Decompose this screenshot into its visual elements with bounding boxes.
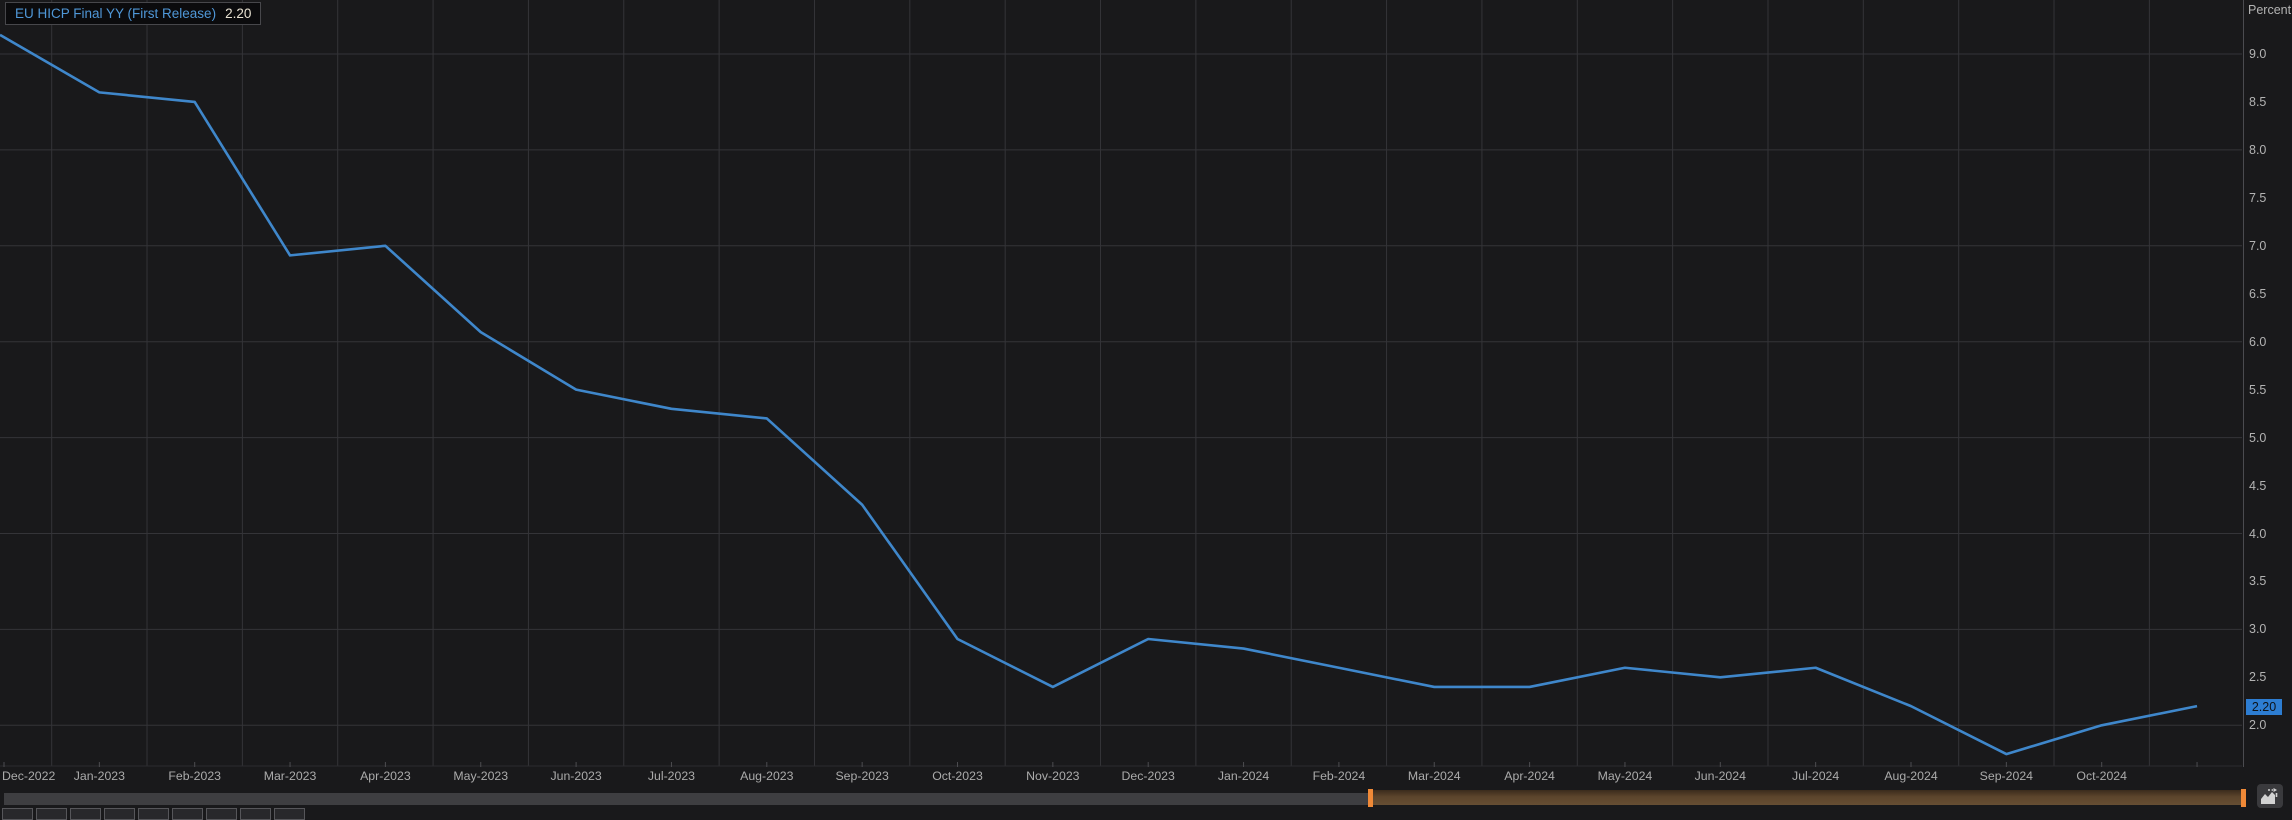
expand-timeline-button[interactable] [2257,784,2283,808]
x-axis-tick-label: Jul-2023 [648,769,695,783]
y-axis-tick-label: 6.5 [2249,286,2266,302]
x-axis-tick-label: Jan-2024 [1218,769,1269,783]
bottom-toolbar-strip [0,808,2292,814]
hicp-chart-window: { "legend": { "name": "EU HICP Final YY … [0,0,2292,814]
x-axis-tick-label: Dec-2022 [2,769,55,783]
bottom-strip-cell[interactable] [138,808,169,820]
bottom-strip-cell[interactable] [36,808,67,820]
x-axis-tick-label: Feb-2023 [168,769,221,783]
scrollbar-left-handle[interactable] [1368,789,1373,807]
x-axis-tick-label: Jun-2024 [1695,769,1746,783]
current-value-badge: 2.20 [2246,699,2282,715]
bottom-strip-cell[interactable] [2,808,33,820]
y-axis-title: Percent [2248,3,2291,17]
x-axis-tick-label: Nov-2023 [1026,769,1079,783]
chart-timeline-expand-icon [2261,788,2279,804]
x-axis-tick-label: Jun-2023 [550,769,601,783]
y-axis-tick-label: 4.5 [2249,478,2266,494]
x-axis-tick-label: Oct-2024 [2076,769,2127,783]
x-axis-tick-label: Feb-2024 [1313,769,1366,783]
x-axis-tick-label: Sep-2024 [1980,769,2033,783]
bottom-strip-cell[interactable] [240,808,271,820]
x-axis-tick-label: May-2024 [1598,769,1653,783]
bottom-strip-cell[interactable] [206,808,237,820]
y-axis-tick-label: 2.0 [2249,717,2266,733]
x-axis-tick-label: Apr-2023 [360,769,411,783]
bottom-strip-cell[interactable] [172,808,203,820]
x-axis-tick-label: Oct-2023 [932,769,983,783]
scrollbar-track[interactable] [4,793,1368,805]
hicp-series-line [0,35,2197,754]
x-axis-tick-label: Dec-2023 [1122,769,1175,783]
y-axis-tick-label: 9.0 [2249,46,2266,62]
y-axis-tick-label: 8.5 [2249,94,2266,110]
bottom-strip-cell[interactable] [104,808,135,820]
x-axis-tick-label: Jul-2024 [1792,769,1839,783]
x-axis-tick-label: Mar-2023 [264,769,317,783]
scrollbar-range-fill[interactable] [1373,790,2241,805]
scrollbar-right-handle[interactable] [2241,789,2246,807]
y-axis-tick-label: 3.0 [2249,621,2266,637]
y-axis-tick-label: 5.0 [2249,430,2266,446]
series-legend[interactable]: EU HICP Final YY (First Release) 2.20 [5,2,261,25]
timeline-scrollbar[interactable] [0,786,2292,808]
plot-area[interactable]: EU HICP Final YY (First Release) 2.20 [0,0,2242,767]
y-axis-tick-label: 2.5 [2249,669,2266,685]
y-axis-tick-label: 3.5 [2249,573,2266,589]
y-axis-tick-label: 4.0 [2249,526,2266,542]
line-chart-canvas[interactable] [0,0,2242,767]
y-axis: Percent 9.0 8.5 8.0 7.5 7.0 6.5 6.0 5.5 5.0 4.5 4.… [2243,0,2292,767]
y-axis-tick-label: 7.5 [2249,190,2266,206]
bottom-strip-cell[interactable] [70,808,101,820]
bottom-strip-cell[interactable] [274,808,305,820]
x-axis-tick-label: Mar-2024 [1408,769,1461,783]
x-axis-tick-label: Aug-2024 [1884,769,1937,783]
series-name: EU HICP Final YY (First Release) [15,6,216,21]
y-axis-tick-label: 5.5 [2249,382,2266,398]
x-axis-tick-label: Jan-2023 [74,769,125,783]
x-axis-tick-label: May-2023 [453,769,508,783]
y-axis-tick-label: 8.0 [2249,142,2266,158]
x-axis-tick-label: Apr-2024 [1504,769,1555,783]
y-axis-tick-label: 7.0 [2249,238,2266,254]
series-last-value: 2.20 [225,6,251,21]
x-axis-tick-label: Sep-2023 [835,769,888,783]
x-axis-tick-label: Aug-2023 [740,769,793,783]
y-axis-tick-label: 6.0 [2249,334,2266,350]
scrollbar-selected-range[interactable] [1368,789,2246,807]
